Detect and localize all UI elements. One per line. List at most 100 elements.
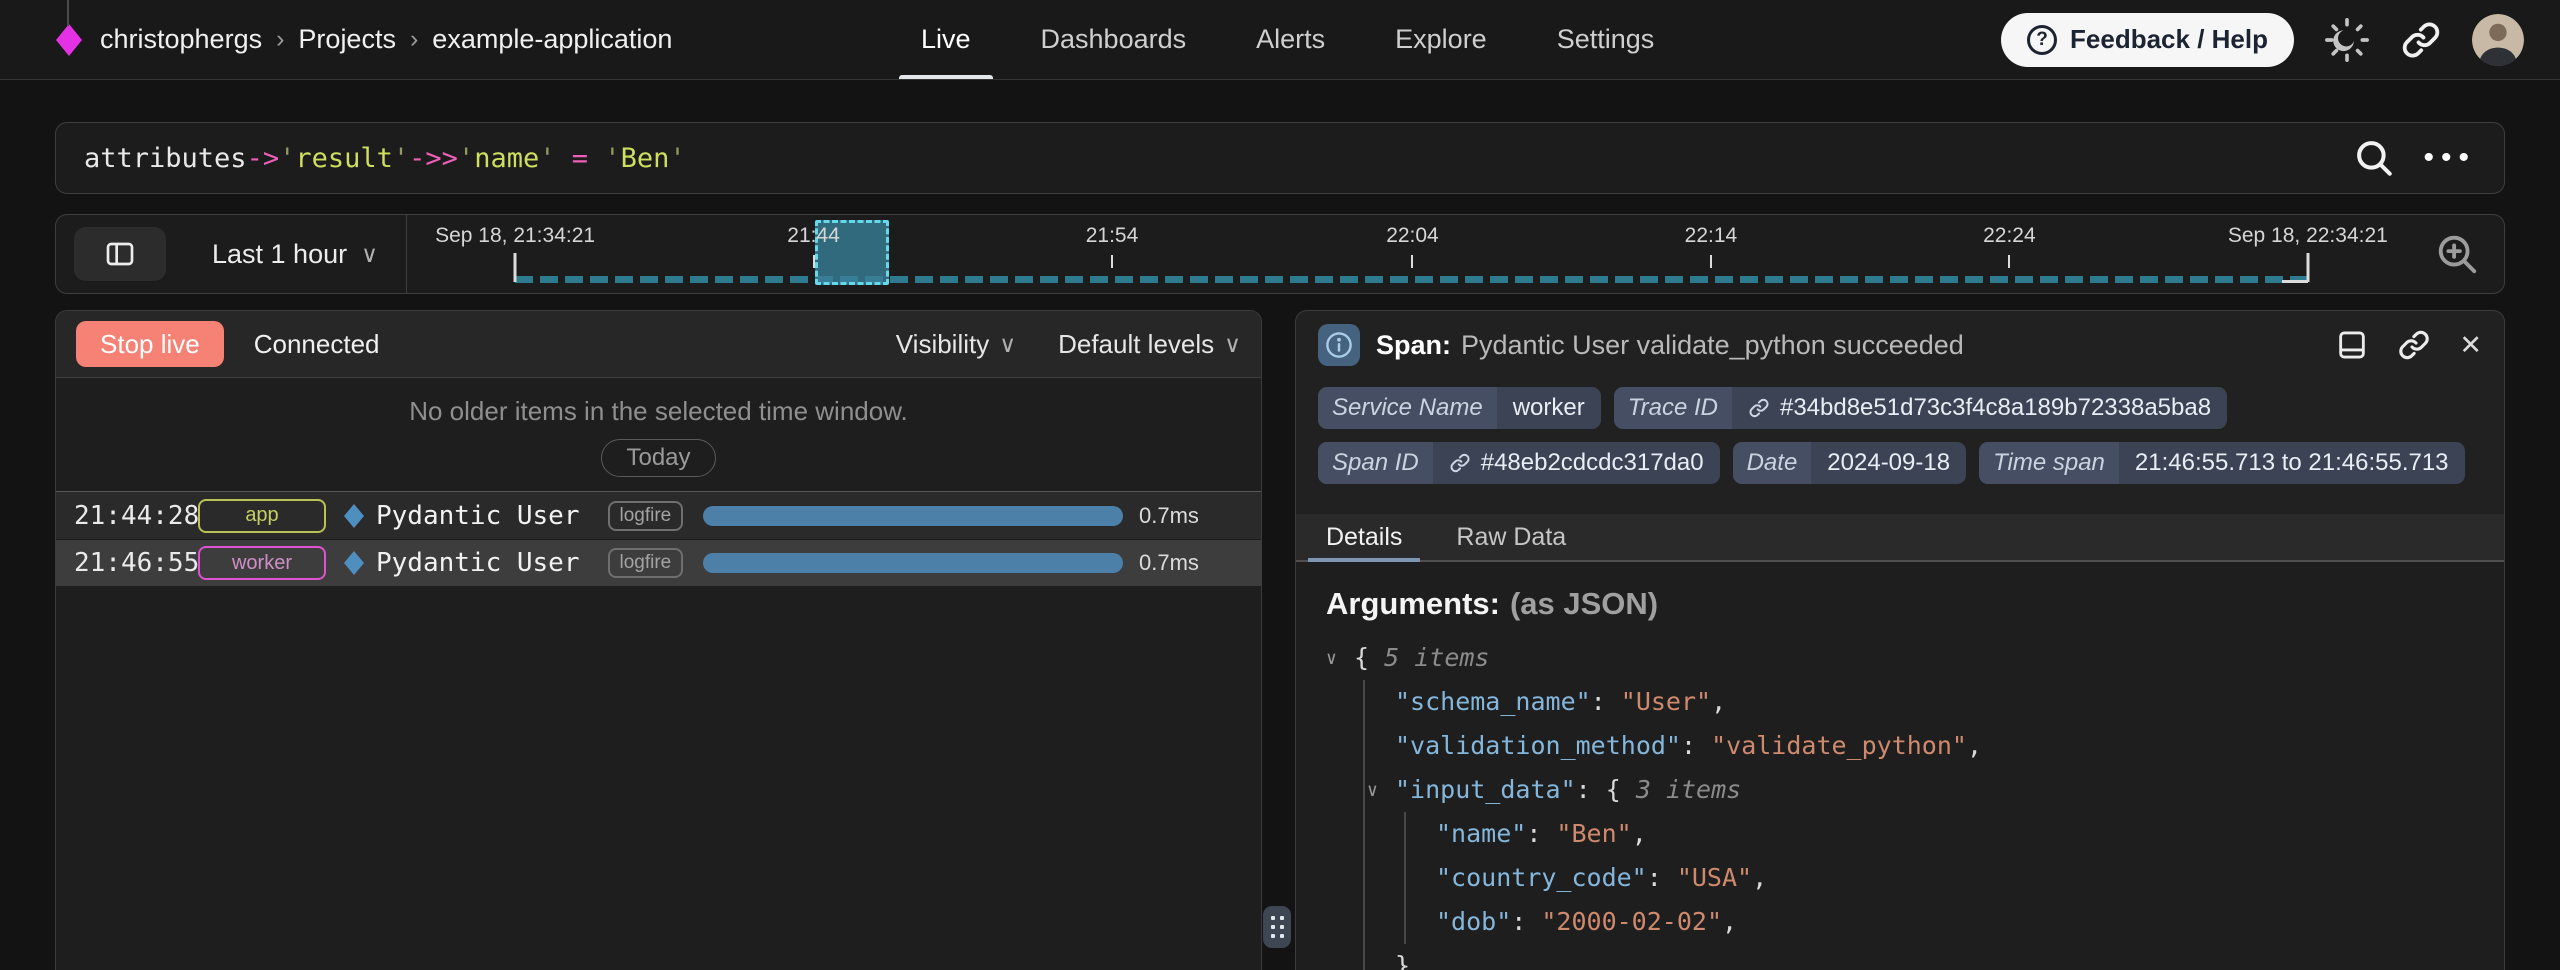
query-token: name [474,143,539,174]
row-title: Pydantic User [376,548,580,578]
live-row[interactable]: 21:44:28appPydantic Userlogfire0.7ms [56,492,1261,539]
row-duration: 0.7ms [1139,550,1205,576]
tab-dashboards[interactable]: Dashboards [1035,0,1193,79]
logfire-logo-icon[interactable] [56,24,82,56]
query-input[interactable]: attributes->'result'->>'name' = 'Ben' [84,143,2353,174]
feedback-help-button[interactable]: ? Feedback / Help [2001,13,2294,67]
stop-live-button[interactable]: Stop live [76,321,224,367]
empty-message: No older items in the selected time wind… [56,396,1261,427]
badge-value-text: #34bd8e51d73c3f4c8a189b72338a5ba8 [1780,394,2211,422]
user-avatar[interactable] [2472,14,2524,66]
dock-bottom-icon[interactable] [2335,328,2369,362]
breadcrumb-projects[interactable]: Projects [298,24,396,55]
live-panel-header: Stop live Connected Visibility ∨ Default… [56,311,1261,378]
badge-label: Trace ID [1614,387,1732,429]
tab-live[interactable]: Live [915,0,977,79]
detail-tab-raw-data[interactable]: Raw Data [1452,514,1570,560]
tab-settings[interactable]: Settings [1551,0,1661,79]
share-link-icon[interactable] [2400,19,2442,61]
json-item-count: 5 items [1384,643,1489,672]
query-token: ' [604,143,620,174]
detail-tabs: Details Raw Data [1296,514,2504,562]
json-line: ∨{ 5 items [1354,636,2474,680]
query-token: ' [458,143,474,174]
timeline-tick-label: 21:44 [787,224,840,248]
service-badge: app [198,499,326,533]
panel-resize-handle[interactable] [1263,906,1291,948]
meta-badge-trace-id[interactable]: Trace ID #34bd8e51d73c3f4c8a189b72338a5ba… [1614,387,2227,429]
json-punc: : [1647,863,1677,892]
json-punc: } [1395,951,1410,970]
detail-body: Arguments:(as JSON) ∨{ 5 items"schema_na… [1296,562,2504,970]
search-icon[interactable] [2353,137,2395,179]
help-icon: ? [2027,25,2057,55]
query-token: ' [539,143,555,174]
arguments-heading: Arguments:(as JSON) [1326,586,2474,622]
json-line: "schema_name": "User", [1395,680,2474,724]
row-duration: 0.7ms [1139,503,1205,529]
badge-value: 2024-09-18 [1811,449,1966,477]
json-punc: : [1511,907,1541,936]
live-row[interactable]: 21:46:55worker Pydantic User logfire 0.7ms [56,539,1261,586]
visibility-dropdown[interactable]: Visibility ∨ [896,329,1016,360]
tab-explore[interactable]: Explore [1389,0,1493,79]
default-levels-dropdown[interactable]: Default levels ∨ [1058,329,1241,360]
badge-label: Span ID [1318,442,1433,484]
span-detail-panel: Span:Pydantic User validate_python succe… [1295,310,2505,970]
json-value: "Ben" [1556,819,1631,848]
json-line: "country_code": "USA", [1436,856,2474,900]
breadcrumb-org[interactable]: christophergs [100,24,262,55]
sidebar-toggle-button[interactable] [74,227,166,281]
badge-value-text: 2024-09-18 [1827,449,1950,477]
badge-value-text: 21:46:55.713 to 21:46:55.713 [2135,449,2449,477]
detail-tab-details[interactable]: Details [1322,514,1406,560]
duration-bar [703,506,1123,526]
query-token: ->> [409,143,458,174]
zoom-in-button[interactable] [2434,231,2480,277]
json-line: "name": "Ben", [1436,812,2474,856]
time-range-selector[interactable]: Last 1 hour ∨ [212,239,378,270]
json-key: "validation_method" [1395,731,1681,760]
badge-label: Service Name [1318,387,1497,429]
json-indent-guide: "schema_name": "User", "validation_method… [1363,680,2474,970]
topbar-actions: ? Feedback / Help [2001,0,2524,79]
time-range-label: Last 1 hour [212,239,347,270]
json-value: "validate_python" [1711,731,1967,760]
json-punc: , [1711,687,1726,716]
json-punc: : [1591,687,1621,716]
tab-alerts[interactable]: Alerts [1250,0,1331,79]
close-icon[interactable]: ✕ [2459,330,2482,361]
breadcrumb-project[interactable]: example-application [432,24,672,55]
timeline-tick-label: 21:54 [1086,224,1139,248]
nav-tabs: Live Dashboards Alerts Explore Settings [915,0,1660,79]
scope-badge: logfire [608,548,684,578]
badge-value-text: worker [1513,394,1585,422]
query-token: = [572,143,588,174]
timeline-tick [1411,255,1413,268]
json-tree: ∨{ 5 items"schema_name": "User", "validat… [1354,636,2474,970]
span-kind-label: Span: [1376,330,1451,360]
live-panel: Stop live Connected Visibility ∨ Default… [55,310,1262,970]
today-button[interactable]: Today [601,439,715,477]
more-menu-icon[interactable]: ••• [2423,143,2476,173]
meta-badge-span-id[interactable]: Span ID#48eb2cdcdc317da0 [1318,442,1720,484]
theme-toggle-icon[interactable] [2324,17,2370,63]
timeline-strip[interactable]: Sep 18, 21:34:2121:4421:5422:0422:1422:2… [407,215,2410,293]
span-header: Span:Pydantic User validate_python succe… [1296,311,2504,379]
link-icon [1449,452,1471,474]
collapse-chevron-icon[interactable]: ∨ [1367,769,1378,813]
row-timestamp: 21:46:55 [74,548,198,578]
grip-dots-icon [1271,916,1284,938]
visibility-label: Visibility [896,329,989,360]
chevron-down-icon: ∨ [361,243,378,266]
chevron-down-icon: ∨ [999,333,1016,356]
timeline-tick [1111,255,1113,268]
timeline-tick-label: 22:24 [1983,224,2036,248]
json-key: "country_code" [1436,863,1647,892]
arguments-suffix: (as JSON) [1510,586,1658,621]
timeline-axis-end [2282,280,2308,283]
json-punc: : [1681,731,1711,760]
collapse-chevron-icon[interactable]: ∨ [1326,637,1337,681]
service-badge: worker [198,546,326,580]
copy-link-icon[interactable] [2397,328,2431,362]
